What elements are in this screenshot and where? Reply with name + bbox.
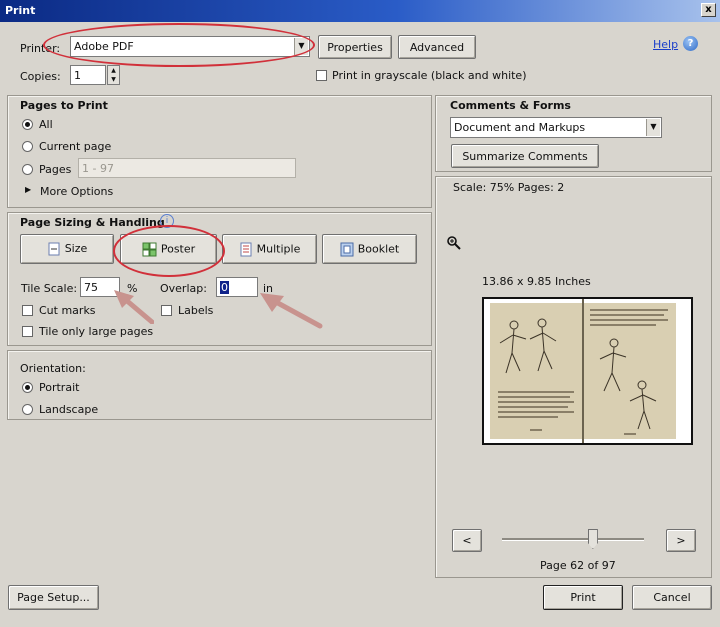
size-icon [48,242,60,256]
preview-scale-text: Scale: 75% Pages: 2 [453,181,565,194]
cut-marks-checkbox[interactable] [22,305,33,316]
orientation-title: Orientation: [20,362,86,375]
chevron-down-icon: ▼ [646,119,660,136]
pages-all-radio[interactable] [22,119,33,130]
page-slider-track[interactable] [502,538,644,541]
chevron-down-icon: ▼ [294,38,308,55]
size-button[interactable]: Size [20,234,114,264]
booklet-button-label: Booklet [357,242,400,256]
labels-label: Labels [178,304,214,317]
poster-button-label: Poster [160,242,196,256]
comments-select[interactable]: Document and Markups ▼ [450,117,662,138]
advanced-button[interactable]: Advanced [398,35,476,59]
copies-stepper[interactable]: ▲ ▼ [107,65,120,85]
preview-page-right [584,303,676,439]
portrait-radio[interactable] [22,382,33,393]
martial-arts-illustration [498,318,574,431]
tile-scale-unit: % [127,282,138,295]
overlap-unit: in [263,282,274,295]
copies-label: Copies: [20,70,61,83]
copies-input[interactable]: 1 [70,65,106,85]
portrait-label: Portrait [39,381,80,394]
printer-select[interactable]: Adobe PDF ▼ [70,36,310,57]
help-link[interactable]: Help [653,38,678,51]
grayscale-checkbox[interactable] [316,70,327,81]
properties-button[interactable]: Properties [318,35,392,59]
multiple-icon [240,242,252,257]
page-preview [482,297,693,445]
summarize-comments-button[interactable]: Summarize Comments [451,144,599,168]
tile-large-checkbox[interactable] [22,326,33,337]
window-title: Print [5,4,36,17]
pages-current-radio[interactable] [22,141,33,152]
page-indicator: Page 62 of 97 [540,559,616,572]
more-options-toggle[interactable]: More Options [40,185,113,198]
grayscale-label: Print in grayscale (black and white) [332,69,527,82]
preview-page-left [490,303,582,439]
poster-icon [142,242,157,257]
overlap-label: Overlap: [160,282,207,295]
overlap-value: 0 [220,281,229,294]
preview-size-text: 13.86 x 9.85 Inches [482,275,591,288]
multiple-button-label: Multiple [256,242,301,256]
booklet-icon [340,242,354,257]
cancel-button[interactable]: Cancel [632,585,712,610]
next-page-button[interactable]: > [666,529,696,552]
close-button[interactable]: x [701,3,716,17]
labels-checkbox[interactable] [161,305,172,316]
prev-page-button[interactable]: < [452,529,482,552]
landscape-radio[interactable] [22,404,33,415]
martial-arts-illustration [590,309,668,435]
pages-range-input[interactable]: 1 - 97 [78,158,296,178]
expand-triangle-icon[interactable]: ▶ [25,185,31,194]
printer-label: Printer: [20,42,61,55]
cut-marks-label: Cut marks [39,304,96,317]
print-button[interactable]: Print [543,585,623,610]
comments-title: Comments & Forms [450,99,571,112]
comments-value: Document and Markups [454,121,586,134]
pages-range-label: Pages [39,163,72,176]
page-setup-button[interactable]: Page Setup... [8,585,99,610]
tile-large-label: Tile only large pages [39,325,154,338]
pages-current-label: Current page [39,140,112,153]
tile-scale-input[interactable]: 75 [80,277,120,297]
info-icon[interactable]: i [160,214,174,228]
size-button-label: Size [64,242,88,255]
pages-title: Pages to Print [20,99,108,112]
booklet-button[interactable]: Booklet [322,234,417,264]
tile-scale-label: Tile Scale: [21,282,78,295]
pages-range-radio[interactable] [22,164,33,175]
landscape-label: Landscape [39,403,99,416]
poster-button[interactable]: Poster [120,234,217,264]
close-icon: x [705,4,712,15]
overlap-input[interactable]: 0 [216,277,258,297]
help-icon[interactable]: ? [683,36,698,51]
multiple-button[interactable]: Multiple [222,234,317,264]
printer-value: Adobe PDF [74,40,134,53]
title-bar: Print [0,0,720,22]
preview-spine [582,299,584,443]
pages-all-label: All [39,118,53,131]
sizing-title: Page Sizing & Handling [20,216,165,229]
